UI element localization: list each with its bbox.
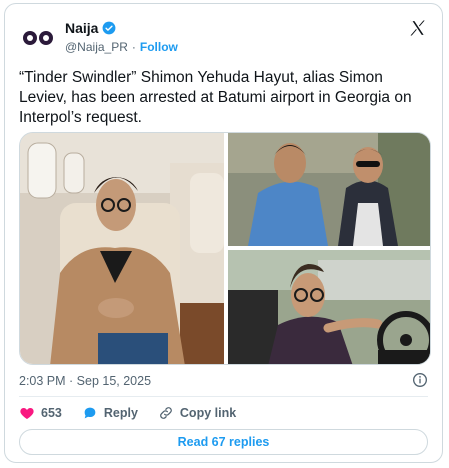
like-button[interactable]: 653	[19, 405, 62, 421]
action-bar: 653 Reply Copy link	[19, 405, 256, 421]
link-icon	[160, 407, 172, 419]
handle-row: @Naija_PR · Follow	[65, 40, 178, 54]
author-name-row: Naija	[65, 20, 116, 36]
tweet-timestamp[interactable]: 2:03 PM · Sep 15, 2025	[19, 374, 151, 388]
divider	[19, 396, 428, 397]
x-logo-icon[interactable]	[408, 18, 428, 38]
info-icon[interactable]	[412, 372, 428, 388]
reply-button[interactable]: Reply	[82, 405, 138, 421]
media-image-walking[interactable]	[228, 133, 431, 246]
verified-badge-icon	[103, 21, 116, 35]
reply-icon	[84, 407, 96, 419]
tweet-text: “Tinder Swindler” Shimon Yehuda Hayut, a…	[19, 69, 412, 126]
author-handle[interactable]: @Naija_PR	[65, 40, 128, 54]
tweet-card: Naija @Naija_PR · Follow “Tinder Swindle…	[4, 3, 443, 463]
separator: ·	[131, 40, 136, 54]
media-grid[interactable]	[19, 132, 431, 365]
copy-link-label: Copy link	[179, 406, 237, 420]
naija-logo-icon	[23, 31, 53, 45]
avatar[interactable]	[19, 18, 57, 56]
like-count: 653	[41, 406, 62, 420]
copy-link-button[interactable]: Copy link	[158, 405, 236, 421]
media-image-jet[interactable]	[20, 133, 224, 365]
reply-label: Reply	[103, 406, 138, 420]
heart-icon	[20, 408, 34, 419]
read-replies-button[interactable]: Read 67 replies	[19, 429, 428, 455]
follow-button[interactable]: Follow	[140, 40, 178, 54]
media-image-car[interactable]	[228, 250, 431, 365]
author-name[interactable]: Naija	[65, 20, 98, 36]
